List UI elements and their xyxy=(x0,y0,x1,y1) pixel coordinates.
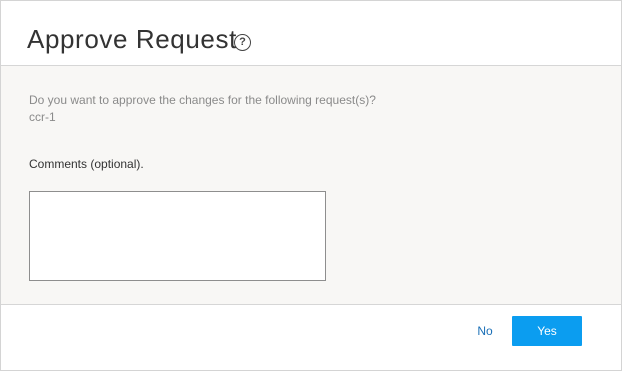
dialog-body: Do you want to approve the changes for t… xyxy=(1,66,621,305)
dialog-footer: No Yes xyxy=(1,305,621,370)
comments-label: Comments (optional). xyxy=(29,157,144,171)
no-button[interactable]: No xyxy=(464,316,506,346)
approve-request-dialog: Approve Request ? Do you want to approve… xyxy=(0,0,622,371)
approval-question: Do you want to approve the changes for t… xyxy=(29,93,376,107)
request-id: ccr-1 xyxy=(29,110,56,124)
dialog-header: Approve Request ? xyxy=(1,1,621,66)
help-icon[interactable]: ? xyxy=(234,34,251,51)
comments-input[interactable] xyxy=(29,191,326,281)
dialog-title: Approve Request xyxy=(27,24,237,54)
yes-button[interactable]: Yes xyxy=(512,316,582,346)
